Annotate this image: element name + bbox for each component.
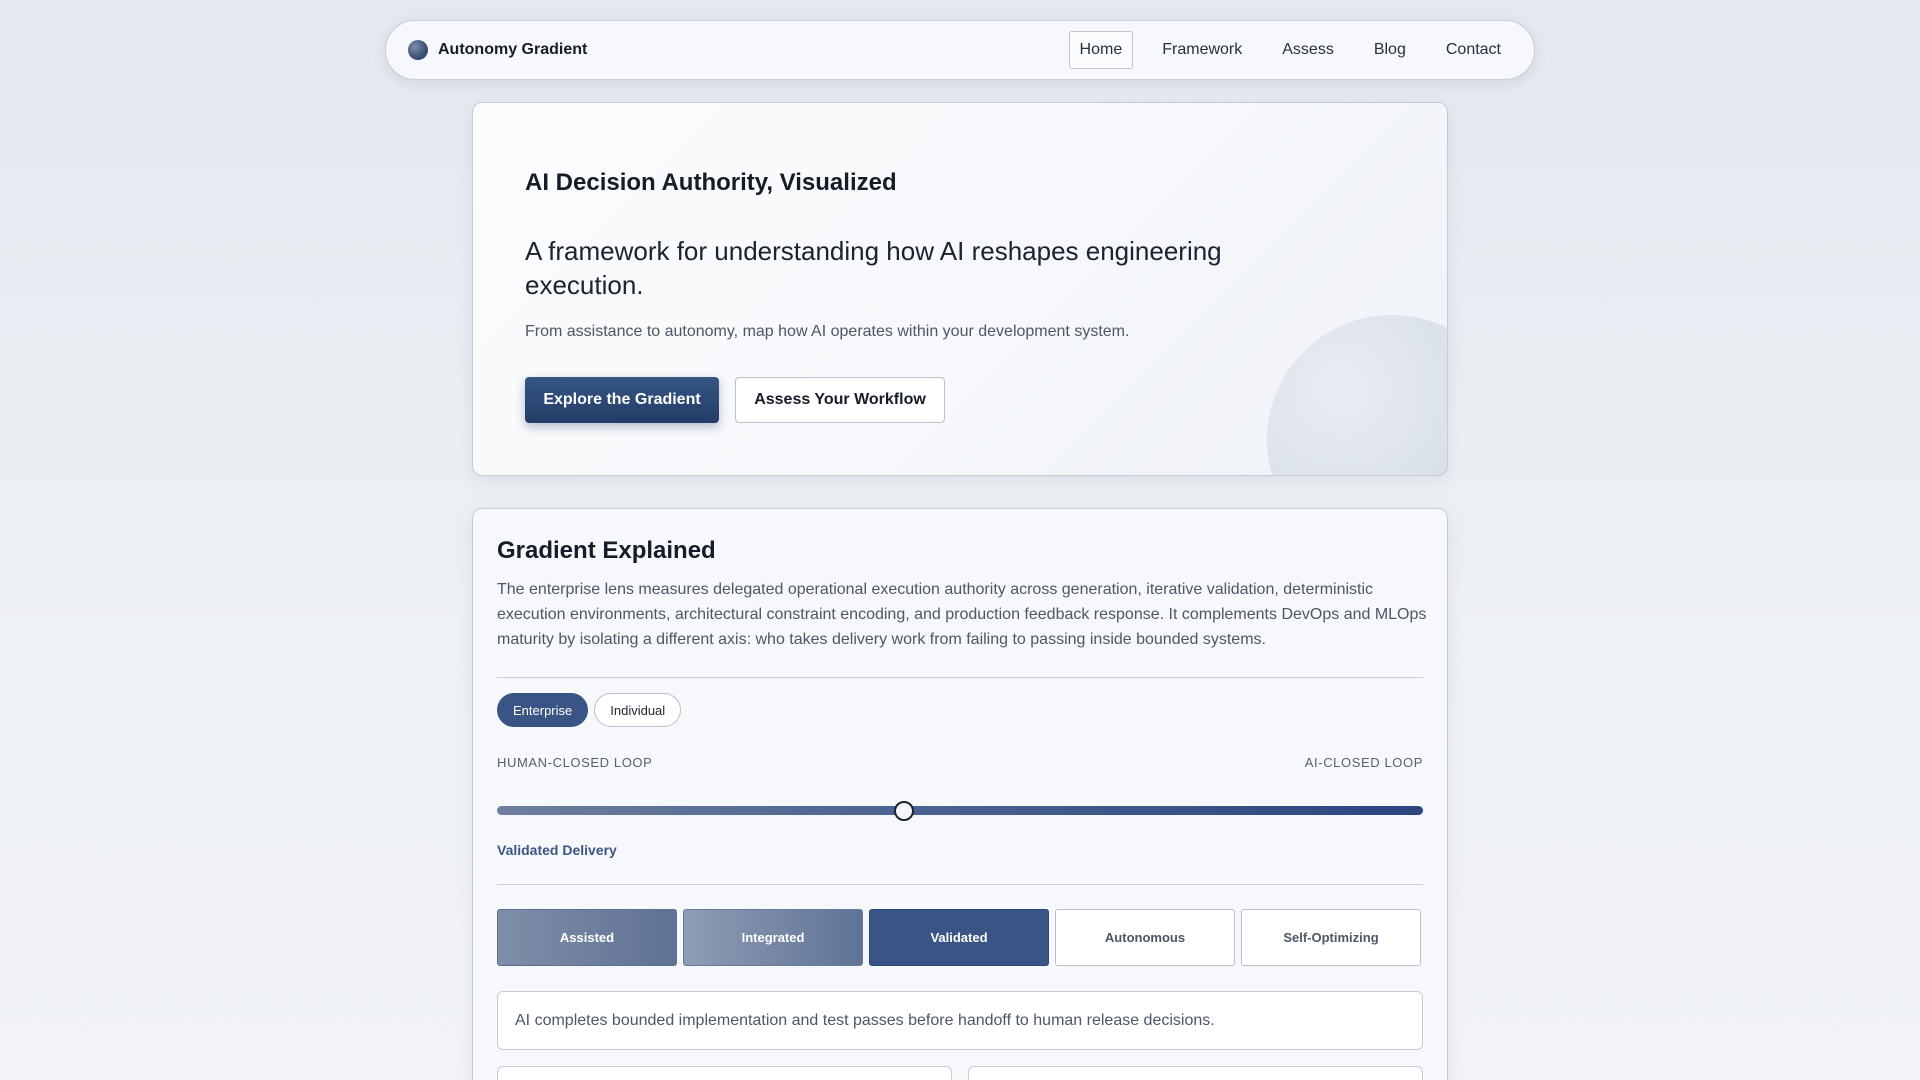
brand-name: Autonomy Gradient [438,41,588,58]
stage-validated-button[interactable]: Validated [869,909,1049,966]
stage-description: AI completes bounded implementation and … [497,991,1423,1050]
axis-right-label: AI-CLOSED LOOP [1304,755,1423,770]
nav-link-assess[interactable]: Assess [1271,31,1345,69]
detail-card-left [497,1066,952,1080]
stage-selector: Assisted Integrated Validated Autonomous… [497,909,1421,966]
hero-title: AI Decision Authority, Visualized [525,169,897,196]
stage-assisted-button[interactable]: Assisted [497,909,677,966]
divider [497,677,1423,678]
section-title: Gradient Explained [497,537,716,564]
brand[interactable]: Autonomy Gradient [408,40,587,60]
axis-left-label: HUMAN-CLOSED LOOP [497,755,653,770]
autonomy-slider-track[interactable] [497,806,1423,815]
hero-subtitle: A framework for understanding how AI res… [525,236,1222,300]
divider [497,884,1423,885]
stage-integrated-button[interactable]: Integrated [683,909,863,966]
lens-enterprise-button[interactable]: Enterprise [497,693,589,727]
nav-link-contact[interactable]: Contact [1435,31,1512,69]
assess-workflow-button[interactable]: Assess Your Workflow [735,377,945,423]
hero-description: From assistance to autonomy, map how AI … [525,323,1130,340]
gradient-explained-card: Gradient Explained The enterprise lens m… [472,508,1448,1080]
lens-individual-button[interactable]: Individual [594,693,682,727]
stage-self-optimizing-button[interactable]: Self-Optimizing [1241,909,1421,966]
current-stage-label: Validated Delivery [497,842,617,858]
section-description: The enterprise lens measures delegated o… [497,581,1427,648]
logo-icon [408,40,428,60]
nav-link-blog[interactable]: Blog [1363,31,1417,69]
top-navbar: Autonomy Gradient Home Framework Assess … [385,20,1535,80]
autonomy-slider-thumb[interactable] [894,801,915,821]
nav-links: Home Framework Assess Blog Contact [1061,31,1512,69]
decorative-orb [1267,315,1447,475]
stage-autonomous-button[interactable]: Autonomous [1055,909,1235,966]
explore-gradient-button[interactable]: Explore the Gradient [525,377,719,423]
hero-section: AI Decision Authority, Visualized A fram… [472,102,1448,476]
nav-link-home[interactable]: Home [1068,31,1134,69]
nav-link-framework[interactable]: Framework [1151,31,1253,69]
lens-toggle: Enterprise Individual [497,693,682,727]
detail-card-right [968,1066,1423,1080]
